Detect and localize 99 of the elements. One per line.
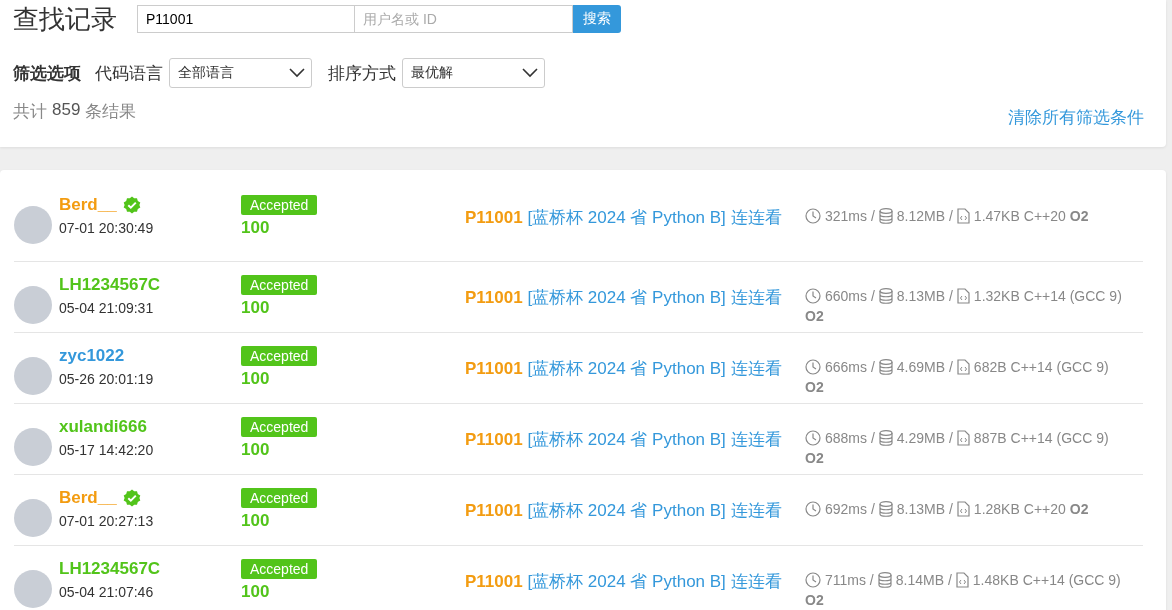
code-size: 1.28KB [973,501,1020,517]
status-tag[interactable]: Accepted [241,488,318,508]
problem-link[interactable]: P11001 [蓝桥杯 2024 省 Python B] 连连看 [465,428,782,451]
avatar [14,499,52,537]
submit-time: 07-01 20:27:13 [59,513,154,529]
status-tag[interactable]: Accepted [241,559,318,579]
status-tag[interactable]: Accepted [241,346,318,366]
time-used: 711ms / [825,572,874,588]
problem-field[interactable]: P11001 [137,5,355,33]
time-used: 692ms / [825,501,875,517]
clear-filters-link[interactable]: 清除所有筛选条件 [1008,106,1144,129]
clock-icon [805,359,821,375]
problem-link[interactable]: P11001 [蓝桥杯 2024 省 Python B] 连连看 [465,206,782,229]
user-field[interactable]: 用户名或 ID [355,5,573,33]
time-used: 666ms / [825,359,875,375]
score: 100 [241,440,270,460]
optimization-label: O2 [1069,208,1089,224]
result-count: 859 [52,100,81,121]
chevron-down-icon [289,68,305,78]
score: 100 [241,511,270,531]
code-file-icon [956,208,970,224]
clock-icon [805,430,821,446]
memory-used: 8.13MB / [896,288,953,304]
code-file-icon [956,501,970,517]
language: C++14 (GCC 9) [1010,430,1109,446]
optimization-label: O2 [805,450,824,466]
code-size: 887B [973,430,1007,446]
optimization-label: O2 [805,592,824,608]
username-link[interactable]: zyc1022 [59,346,125,366]
problem-link[interactable]: P11001 [蓝桥杯 2024 省 Python B] 连连看 [465,286,782,309]
username-link[interactable]: xulandi666 [59,417,147,437]
username-link[interactable]: Berd__ [59,195,117,215]
filter-label: 筛选选项 [13,62,81,85]
memory-used: 4.69MB / [896,359,953,375]
avatar [14,206,52,244]
code-size: 682B [973,359,1007,375]
time-used: 660ms / [825,288,875,304]
status-tag[interactable]: Accepted [241,195,318,215]
avatar [14,286,52,324]
avatar [14,428,52,466]
code-size: 1.48KB [972,572,1019,588]
score: 100 [241,298,270,318]
language: C++14 (GCC 9) [1010,359,1109,375]
code-size: 1.47KB [973,208,1020,224]
problem-link[interactable]: P11001 [蓝桥杯 2024 省 Python B] 连连看 [465,570,782,593]
clock-icon [805,572,821,588]
status-tag[interactable]: Accepted [241,417,318,437]
memory-used: 8.13MB / [896,501,953,517]
language: C++20 [1023,208,1066,224]
score: 100 [241,582,270,602]
database-icon [878,359,893,375]
search-button[interactable]: 搜索 [573,5,621,33]
submit-time: 07-01 20:30:49 [59,220,154,236]
time-used: 321ms / [825,208,875,224]
filter-name: 排序方式 [328,62,396,85]
select-field[interactable]: 全部语言 [169,58,312,88]
optimization-label: O2 [805,379,824,395]
page-title: 查找记录 [13,4,118,34]
count-label: 条结果 [85,101,137,123]
username-link[interactable]: LH1234567C [59,275,161,295]
language: C++20 [1023,501,1066,517]
optimization-label: O2 [805,308,824,324]
code-file-icon [956,288,970,304]
language: C++14 (GCC 9) [1022,572,1121,588]
database-icon [878,208,893,224]
username-link[interactable]: LH1234567C [59,559,161,579]
time-used: 688ms / [825,430,875,446]
submit-time: 05-04 21:07:46 [59,584,154,600]
submit-time: 05-17 14:42:20 [59,442,154,458]
problem-link[interactable]: P11001 [蓝桥杯 2024 省 Python B] 连连看 [465,357,782,380]
score: 100 [241,369,270,389]
code-file-icon [955,572,969,588]
memory-used: 4.29MB / [896,430,953,446]
database-icon [877,572,892,588]
database-icon [878,430,893,446]
score: 100 [241,218,270,238]
clock-icon [805,288,821,304]
username-link[interactable]: Berd__ [59,488,117,508]
avatar [14,357,52,395]
avatar [14,570,52,608]
status-tag[interactable]: Accepted [241,275,318,295]
memory-used: 8.12MB / [896,208,953,224]
clock-icon [805,208,821,224]
clock-icon [805,501,821,517]
submit-time: 05-04 21:09:31 [59,300,154,316]
code-file-icon [956,359,970,375]
select-field[interactable]: 最优解 [402,58,545,88]
code-size: 1.32KB [973,288,1020,304]
database-icon [878,288,893,304]
database-icon [878,501,893,517]
optimization-label: O2 [1069,501,1089,517]
count-label: 共计 [13,101,47,123]
submit-time: 05-26 20:01:19 [59,371,154,387]
problem-link[interactable]: P11001 [蓝桥杯 2024 省 Python B] 连连看 [465,499,782,522]
chevron-down-icon [522,68,538,78]
code-file-icon [956,430,970,446]
filter-name: 代码语言 [95,62,163,85]
language: C++14 (GCC 9) [1023,288,1122,304]
memory-used: 8.14MB / [895,572,952,588]
